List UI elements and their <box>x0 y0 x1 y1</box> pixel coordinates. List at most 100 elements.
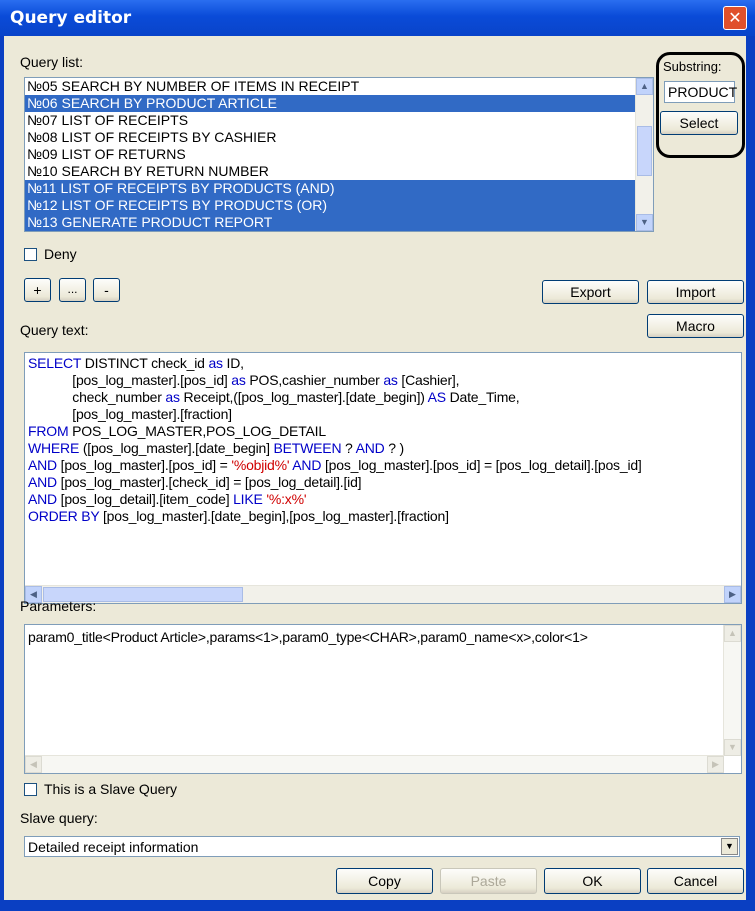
cancel-button[interactable]: Cancel <box>647 868 744 894</box>
select-button[interactable]: Select <box>660 111 738 135</box>
sql-keyword: as <box>383 372 398 388</box>
scroll-right-icon[interactable]: ▶ <box>707 756 724 773</box>
slave-query-checkbox[interactable] <box>24 783 37 796</box>
scroll-down-icon[interactable]: ▼ <box>636 214 653 231</box>
sql-keyword: AND <box>28 457 57 473</box>
copy-button[interactable]: Copy <box>336 868 433 894</box>
edit-query-button[interactable]: ... <box>59 278 86 302</box>
title-bar[interactable]: Query editor ✕ <box>0 0 755 36</box>
sql-keyword: as <box>231 372 246 388</box>
sql-text: POS,cashier_number <box>245 372 384 388</box>
query-text-line: SELECT DISTINCT check_id as ID, <box>28 355 642 372</box>
sql-text: [Cashier], <box>397 372 460 388</box>
query-list-item[interactable]: №13 GENERATE PRODUCT REPORT <box>25 214 653 231</box>
query-list-scrollbar[interactable]: ▲ ▼ <box>635 78 653 231</box>
parameters-hscrollbar[interactable]: ◀ ▶ <box>25 755 724 773</box>
query-text-line: WHERE ([pos_log_master].[date_begin] BET… <box>28 440 642 457</box>
query-text-line: AND [pos_log_detail].[item_code] LIKE '%… <box>28 491 642 508</box>
query-editor-window: Query editor ✕ Query list: №05 SEARCH BY… <box>0 0 755 911</box>
query-list-item[interactable]: №08 LIST OF RECEIPTS BY CASHIER <box>25 129 653 146</box>
sql-string: '%:x%' <box>266 491 307 507</box>
sql-text: ([pos_log_master].[date_begin] <box>79 440 274 456</box>
sql-keyword: AND <box>28 491 57 507</box>
query-text-hscrollbar[interactable]: ◀ ▶ <box>25 585 741 603</box>
substring-label: Substring: <box>663 59 722 74</box>
sql-keyword: AS <box>427 389 446 405</box>
query-list-item[interactable]: №11 LIST OF RECEIPTS BY PRODUCTS (AND) <box>25 180 653 197</box>
query-list-item[interactable]: №09 LIST OF RETURNS <box>25 146 653 163</box>
window-title: Query editor <box>10 8 132 28</box>
substring-group: Substring: PRODUCT Select <box>656 52 745 158</box>
sql-text: Receipt,([pos_log_master].[date_begin]) <box>179 389 428 405</box>
sql-text: DISTINCT check_id <box>81 355 209 371</box>
sql-text: ? ) <box>384 440 404 456</box>
query-text-line: AND [pos_log_master].[check_id] = [pos_l… <box>28 474 642 491</box>
parameters-vscrollbar[interactable]: ▲ ▼ <box>723 625 741 756</box>
scroll-left-icon[interactable]: ◀ <box>25 756 42 773</box>
sql-keyword: FROM <box>28 423 69 439</box>
close-button[interactable]: ✕ <box>723 6 747 30</box>
macro-button[interactable]: Macro <box>647 314 744 338</box>
sql-text: [pos_log_master].[fraction] <box>28 406 232 422</box>
query-list-scroll-thumb[interactable] <box>637 126 652 177</box>
sql-text: Date_Time, <box>445 389 520 405</box>
chevron-down-icon[interactable]: ▼ <box>721 838 738 855</box>
query-text-content: SELECT DISTINCT check_id as ID, [pos_log… <box>28 355 642 525</box>
substring-input[interactable]: PRODUCT <box>664 81 737 103</box>
ok-button[interactable]: OK <box>544 868 641 894</box>
query-text-line: FROM POS_LOG_MASTER,POS_LOG_DETAIL <box>28 423 642 440</box>
sql-keyword: BETWEEN <box>273 440 342 456</box>
sql-keyword: WHERE <box>28 440 80 456</box>
sql-text: [pos_log_master].[pos_id] = <box>56 457 232 473</box>
paste-button[interactable]: Paste <box>440 868 537 894</box>
sql-text: [pos_log_master].[check_id] = [pos_log_d… <box>56 474 362 490</box>
sql-keyword: as <box>165 389 180 405</box>
scroll-down-icon[interactable]: ▼ <box>724 739 741 756</box>
sql-text: [pos_log_master].[date_begin],[pos_log_m… <box>99 508 449 524</box>
query-text-area[interactable]: SELECT DISTINCT check_id as ID, [pos_log… <box>24 352 742 604</box>
sql-text: check_number <box>28 389 166 405</box>
query-list[interactable]: №05 SEARCH BY NUMBER OF ITEMS IN RECEIPT… <box>24 77 654 232</box>
slave-query-select[interactable]: Detailed receipt information ▼ <box>24 836 740 857</box>
sql-text: [pos_log_master].[pos_id] <box>28 372 232 388</box>
parameters-area[interactable]: param0_title<Product Article>,params<1>,… <box>24 624 742 774</box>
slave-query-selected-value: Detailed receipt information <box>28 839 199 855</box>
query-list-items: №05 SEARCH BY NUMBER OF ITEMS IN RECEIPT… <box>25 78 653 231</box>
scroll-up-icon[interactable]: ▲ <box>636 78 653 95</box>
query-list-item[interactable]: №05 SEARCH BY NUMBER OF ITEMS IN RECEIPT <box>25 78 653 95</box>
scroll-right-icon[interactable]: ▶ <box>724 586 741 603</box>
parameters-content: param0_title<Product Article>,params<1>,… <box>28 629 588 645</box>
sql-text: [pos_log_master].[pos_id] = [pos_log_det… <box>321 457 642 473</box>
query-list-item[interactable]: №07 LIST OF RECEIPTS <box>25 112 653 129</box>
slave-query-checkbox-label: This is a Slave Query <box>44 781 178 797</box>
query-text-line: AND [pos_log_master].[pos_id] = '%objid%… <box>28 457 642 474</box>
query-list-item[interactable]: №10 SEARCH BY RETURN NUMBER <box>25 163 653 180</box>
remove-query-button[interactable]: - <box>93 278 120 302</box>
dialog-client-area: Query list: №05 SEARCH BY NUMBER OF ITEM… <box>4 36 746 900</box>
sql-text: ? <box>341 440 356 456</box>
parameters-label: Parameters: <box>20 598 97 614</box>
sql-keyword: AND <box>292 457 322 473</box>
query-text-line: check_number as Receipt,([pos_log_master… <box>28 389 642 406</box>
sql-keyword: AND <box>28 474 57 490</box>
query-text-label: Query text: <box>20 322 89 338</box>
deny-checkbox[interactable] <box>24 248 37 261</box>
query-text-line: [pos_log_master].[pos_id] as POS,cashier… <box>28 372 642 389</box>
sql-keyword: SELECT <box>28 355 82 371</box>
query-list-item[interactable]: №06 SEARCH BY PRODUCT ARTICLE <box>25 95 653 112</box>
sql-string: '%objid%' <box>231 457 290 473</box>
scroll-up-icon[interactable]: ▲ <box>724 625 741 642</box>
sql-keyword: AND <box>355 440 385 456</box>
sql-text: [pos_log_detail].[item_code] <box>56 491 234 507</box>
sql-keyword: ORDER BY <box>28 508 100 524</box>
add-query-button[interactable]: + <box>24 278 51 302</box>
sql-text: ID, <box>222 355 244 371</box>
query-list-label: Query list: <box>20 54 84 70</box>
import-button[interactable]: Import <box>647 280 744 304</box>
query-text-line: ORDER BY [pos_log_master].[date_begin],[… <box>28 508 642 525</box>
sql-keyword: LIKE <box>233 491 263 507</box>
export-button[interactable]: Export <box>542 280 639 304</box>
query-list-item[interactable]: №12 LIST OF RECEIPTS BY PRODUCTS (OR) <box>25 197 653 214</box>
sql-keyword: as <box>208 355 223 371</box>
query-text-line: [pos_log_master].[fraction] <box>28 406 642 423</box>
